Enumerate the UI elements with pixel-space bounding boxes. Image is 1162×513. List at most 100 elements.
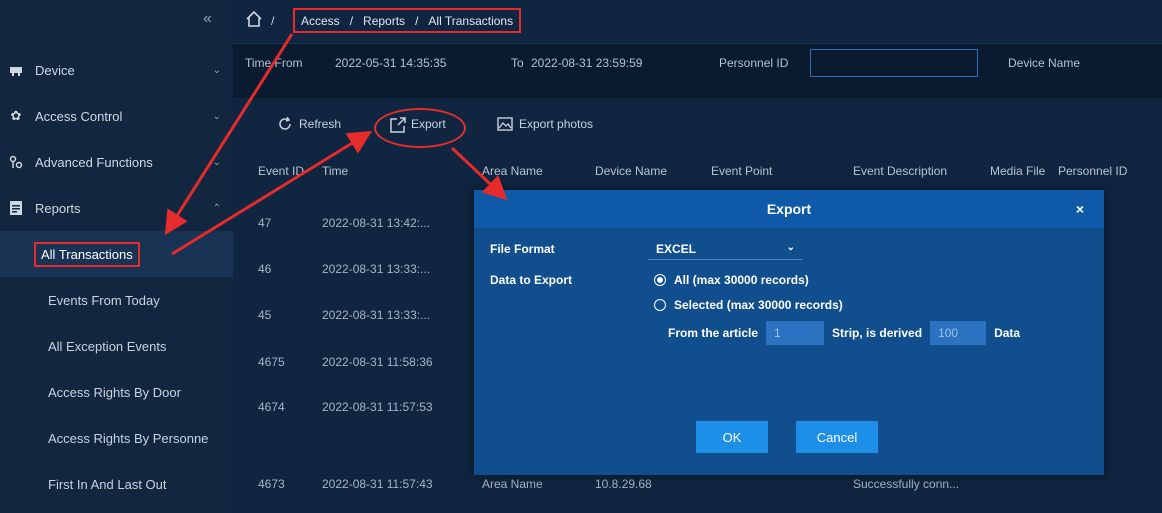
sidebar-item-reports[interactable]: Reports ⌃	[0, 185, 233, 231]
col-event-description[interactable]: Event Description	[853, 164, 947, 178]
export-label: Export	[411, 117, 446, 131]
app-root: « Device ⌄ ✿ Access Control ⌄ Advanced F…	[0, 0, 1162, 513]
cell-time: 2022-08-31 13:42:...	[322, 216, 431, 230]
device-name-label: Device Name	[1008, 56, 1081, 70]
device-icon	[9, 63, 23, 77]
cell-device-name: 10.8.29.68	[595, 477, 652, 491]
file-format-label: File Format	[490, 242, 555, 256]
export-photos-button[interactable]: Export photos	[497, 116, 593, 132]
dialog-title: Export	[766, 201, 812, 217]
refresh-icon	[277, 116, 293, 132]
col-time[interactable]: Time	[322, 164, 348, 178]
gear-icon: ✿	[10, 108, 22, 123]
strip-label: Strip, is derived	[832, 326, 923, 340]
breadcrumb-separator: /	[415, 13, 419, 28]
cell-time: 2022-08-31 11:57:53	[322, 400, 433, 414]
chevron-down-icon: ⌄	[212, 110, 221, 122]
toolbar: Refresh Export Export photos	[233, 108, 1162, 148]
col-media-file[interactable]: Media File	[990, 164, 1045, 178]
dialog-header: Export ×	[474, 190, 1104, 228]
table-header: Event ID Time Area Name Device Name Even…	[233, 158, 1162, 188]
radio-button-selected[interactable]	[654, 274, 666, 286]
from-article-label: From the article	[668, 326, 759, 340]
breadcrumb-separator: /	[349, 13, 354, 28]
radio-button[interactable]	[654, 299, 666, 311]
dialog-body: File Format EXCEL ⌄ Data to Export All (…	[474, 228, 1104, 475]
refresh-label: Refresh	[299, 117, 342, 131]
personnel-id-input[interactable]	[810, 49, 978, 77]
refresh-button[interactable]: Refresh	[277, 116, 341, 132]
breadcrumb-access[interactable]: Access	[301, 14, 340, 28]
cell-event-id: 4675	[258, 355, 285, 369]
cell-time: 2022-08-31 13:33:...	[322, 262, 431, 276]
sidebar-subitem-label: Events From Today	[48, 292, 160, 308]
data-suffix-label: Data	[994, 326, 1021, 340]
breadcrumb-reports[interactable]: Reports	[363, 14, 405, 28]
sidebar-item-label: Access Control	[35, 108, 123, 124]
col-personnel-id[interactable]: Personnel ID	[1058, 164, 1127, 178]
sidebar-item-label: Device	[35, 62, 75, 78]
sidebar-subitem-all-exception-events[interactable]: All Exception Events	[0, 323, 233, 369]
chevron-down-icon: ⌄	[212, 156, 221, 168]
chevron-down-icon: ⌄	[786, 242, 795, 253]
file-format-select[interactable]: EXCEL ⌄	[648, 238, 803, 260]
time-to-field[interactable]: 2022-08-31 23:59:59	[531, 56, 642, 70]
export-button[interactable]: Export	[389, 116, 446, 133]
functions-icon	[9, 155, 23, 169]
time-from-label: Time From	[245, 56, 303, 70]
breadcrumb-separator: /	[271, 14, 275, 28]
cell-area-name: Area Name	[482, 477, 543, 491]
strip-input[interactable]: 100	[930, 321, 987, 345]
range-row: From the article 1 Strip, is derived 100…	[668, 321, 1020, 345]
sidebar: « Device ⌄ ✿ Access Control ⌄ Advanced F…	[0, 0, 233, 513]
radio-all-label: All (max 30000 records)	[674, 273, 809, 287]
filter-bar: Time From 2022-05-31 14:35:35 To 2022-08…	[233, 44, 1162, 98]
sidebar-subitem-label: First In And Last Out	[48, 476, 167, 492]
data-to-export-label: Data to Export	[490, 273, 573, 287]
sidebar-subitem-first-in-last-out[interactable]: First In And Last Out	[0, 461, 233, 507]
sidebar-item-advanced-functions[interactable]: Advanced Functions ⌄	[0, 139, 233, 185]
sidebar-subitem-access-rights-by-personnel[interactable]: Access Rights By Personne	[0, 415, 233, 461]
export-dialog: Export × File Format EXCEL ⌄ Data to Exp…	[474, 190, 1104, 475]
sidebar-subitem-access-rights-by-door[interactable]: Access Rights By Door	[0, 369, 233, 415]
cell-event-id: 47	[258, 216, 272, 230]
collapse-sidebar-icon[interactable]: «	[203, 10, 212, 28]
time-to-label: To	[511, 56, 524, 70]
sidebar-item-label: Advanced Functions	[35, 154, 153, 170]
sidebar-subitem-all-transactions[interactable]: All Transactions	[0, 231, 233, 277]
sidebar-item-label: Reports	[35, 200, 81, 216]
cancel-button[interactable]: Cancel	[796, 421, 878, 453]
breadcrumb-all-transactions: All Transactions	[428, 13, 514, 28]
home-icon[interactable]	[245, 10, 263, 28]
close-icon[interactable]: ×	[1076, 201, 1084, 217]
col-event-id[interactable]: Event ID	[258, 164, 304, 178]
col-area-name[interactable]: Area Name	[482, 164, 543, 178]
export-icon	[389, 116, 406, 133]
cell-time: 2022-08-31 11:58:36	[322, 355, 433, 369]
ok-button[interactable]: OK	[696, 421, 768, 453]
cell-event-id: 45	[258, 308, 272, 322]
radio-selected[interactable]: Selected (max 30000 records)	[654, 298, 843, 312]
radio-all[interactable]: All (max 30000 records)	[654, 273, 809, 287]
cell-time: 2022-08-31 11:57:43	[322, 477, 433, 491]
cell-time: 2022-08-31 13:33:...	[322, 308, 431, 322]
from-article-input[interactable]: 1	[766, 321, 825, 345]
sidebar-subitem-label: All Transactions	[34, 241, 140, 267]
cell-event-description: Successfully conn...	[853, 477, 960, 491]
col-device-name[interactable]: Device Name	[595, 164, 667, 178]
file-format-value: EXCEL	[656, 241, 697, 256]
cell-event-id: 46	[258, 262, 272, 276]
time-from-field[interactable]: 2022-05-31 14:35:35	[335, 56, 446, 70]
breadcrumb: Access / Reports / All Transactions	[293, 8, 522, 33]
sidebar-subitem-label: Access Rights By Door	[48, 384, 181, 400]
col-event-point[interactable]: Event Point	[711, 164, 772, 178]
breadcrumb-bar: / Access / Reports / All Transactions	[233, 0, 1162, 44]
chevron-down-icon: ⌄	[212, 64, 221, 76]
sidebar-item-access-control[interactable]: ✿ Access Control ⌄	[0, 93, 233, 139]
sidebar-item-device[interactable]: Device ⌄	[0, 47, 233, 93]
personnel-id-label: Personnel ID	[719, 56, 789, 70]
sidebar-subitem-label: Access Rights By Personne	[48, 430, 209, 446]
sidebar-subitem-events-from-today[interactable]: Events From Today	[0, 277, 233, 323]
export-photos-label: Export photos	[519, 117, 594, 131]
image-icon	[497, 116, 513, 132]
